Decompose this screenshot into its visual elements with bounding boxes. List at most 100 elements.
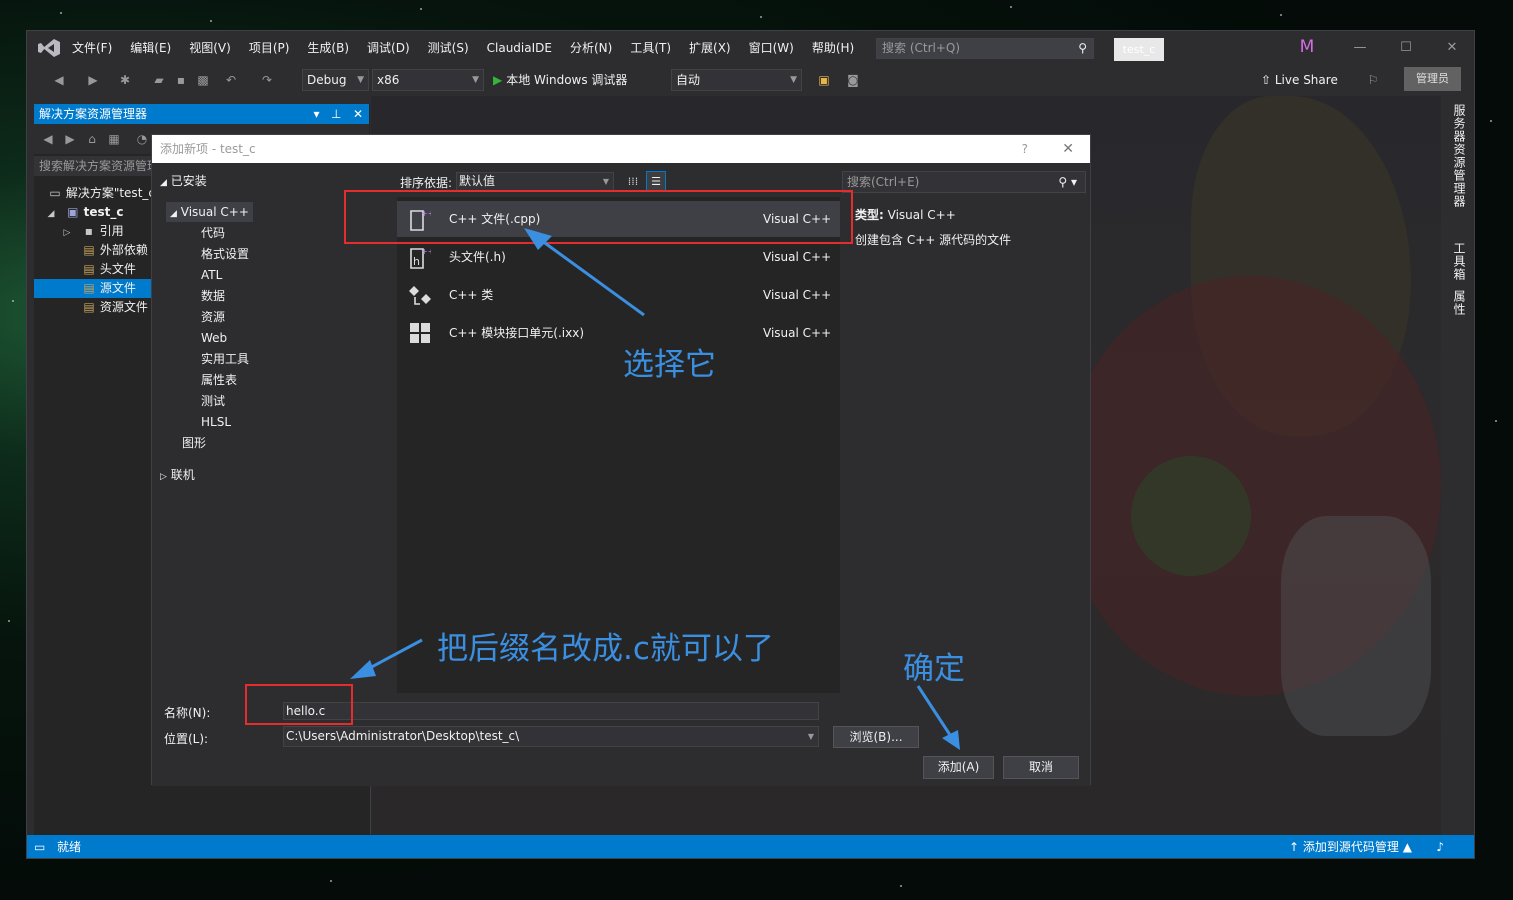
category-code[interactable]: 代码 (201, 223, 225, 243)
new-project-icon[interactable]: ✱ (117, 72, 133, 88)
browse-button[interactable]: 浏览(B)... (833, 726, 919, 748)
category-property-sheets[interactable]: 属性表 (201, 370, 237, 390)
output-window-icon[interactable]: ▭ (34, 835, 45, 858)
solution-explorer-header: 解决方案资源管理器 ▾ ⊥ ✕ (34, 104, 369, 124)
close-button[interactable]: ✕ (1437, 37, 1467, 59)
menu-claudiaide[interactable]: ClaudiaIDE (478, 40, 561, 56)
feedback-icon[interactable]: ⚐ (1365, 72, 1381, 88)
category-atl[interactable]: ATL (201, 265, 222, 285)
menu-edit[interactable]: 编辑(E) (121, 40, 180, 56)
small-icons-view-icon[interactable]: ⁞⁞⁞ (624, 172, 642, 191)
svg-text:++: ++ (421, 247, 431, 256)
forward-icon[interactable]: ▶ (62, 131, 78, 147)
template-description: 创建包含 C++ 源代码的文件 (855, 233, 1012, 247)
chevron-down-icon: ▼ (790, 75, 797, 85)
quick-launch-placeholder: 搜索 (Ctrl+Q) (882, 41, 961, 55)
cancel-button[interactable]: 取消 (1003, 756, 1079, 779)
annotation-confirm: 确定 (903, 651, 965, 687)
category-data[interactable]: 数据 (201, 286, 225, 306)
template-header-file[interactable]: h++ 头文件(.h) Visual C++ (397, 239, 840, 275)
menu-build[interactable]: 生成(B) (298, 40, 358, 56)
folder-icon[interactable]: ▣ (816, 72, 832, 88)
back-icon[interactable]: ◀ (40, 131, 56, 147)
wallpaper-shape (1281, 516, 1431, 736)
administrator-badge[interactable]: 管理员 (1404, 67, 1461, 91)
category-installed[interactable]: ◢ 已安装 (160, 171, 207, 191)
solution-configuration-combo[interactable]: Debug ▼ (302, 69, 369, 91)
category-hlsl[interactable]: HLSL (201, 412, 231, 432)
wallpaper-shape (1131, 456, 1251, 576)
pin-icon[interactable]: ⊥ (331, 107, 341, 121)
location-value: C:\Users\Administrator\Desktop\test_c\ (286, 729, 520, 743)
category-resource[interactable]: 资源 (201, 307, 225, 327)
sort-by-combo[interactable]: 默认值 ▼ (456, 172, 614, 191)
menu-analyze[interactable]: 分析(N) (561, 40, 621, 56)
template-cpp-module[interactable]: C++ 模块接口单元(.ixx) Visual C++ (397, 315, 840, 351)
dialog-close-button[interactable]: ✕ (1062, 135, 1074, 163)
tree-item-label: 资源文件 (99, 300, 148, 314)
star (1280, 14, 1282, 16)
live-share-button[interactable]: ⇧ Live Share (1261, 69, 1338, 91)
server-explorer-tab[interactable]: 服务器资源管理器 (1451, 104, 1468, 208)
category-test[interactable]: 测试 (201, 391, 225, 411)
template-cpp-class[interactable]: C++ 类 Visual C++ (397, 277, 840, 313)
menu-window[interactable]: 窗口(W) (740, 40, 803, 56)
menu-file[interactable]: 文件(F) (63, 40, 121, 56)
template-search-input[interactable]: 搜索(Ctrl+E) ⚲ ▾ (842, 171, 1086, 193)
references-icon: ▪ (84, 224, 93, 238)
filter-folder-icon: ▤ (83, 262, 95, 276)
debug-target-combo[interactable]: 自动 ▼ (671, 69, 802, 91)
save-all-icon[interactable]: ▩ (195, 72, 211, 88)
menu-project[interactable]: 项目(P) (240, 40, 299, 56)
undo-icon[interactable]: ↶ (223, 72, 239, 88)
add-button[interactable]: 添加(A) (923, 756, 994, 779)
switch-views-icon[interactable]: ▦ (106, 131, 122, 147)
start-debugging-label: 本地 Windows 调试器 (506, 73, 628, 87)
add-to-source-control-button[interactable]: ↑ 添加到源代码管理 ▲ (1289, 835, 1412, 858)
menu-extensions[interactable]: 扩展(X) (680, 40, 740, 56)
menu-help[interactable]: 帮助(H) (803, 40, 863, 56)
solution-platform-combo[interactable]: x86 ▼ (372, 69, 484, 91)
template-language: Visual C++ (763, 326, 832, 340)
menu-bar: 文件(F) 编辑(E) 视图(V) 项目(P) 生成(B) 调试(D) 测试(S… (63, 40, 863, 56)
name-input[interactable]: hello.c (283, 702, 819, 720)
home-icon[interactable]: ⌂ (84, 131, 100, 147)
quick-launch-search-input[interactable]: 搜索 (Ctrl+Q) ⚲ (876, 38, 1094, 59)
cpp-project-icon: ▣ (67, 205, 79, 219)
class-icon (409, 284, 431, 306)
category-utility[interactable]: 实用工具 (201, 349, 249, 369)
minimize-button[interactable]: — (1345, 37, 1375, 59)
category-web[interactable]: Web (201, 328, 227, 348)
list-view-icon[interactable]: ☰ (646, 171, 666, 192)
add-to-source-control-label: 添加到源代码管理 (1302, 840, 1399, 854)
properties-tab[interactable]: 属性 (1451, 290, 1468, 316)
start-debugging-button[interactable]: ▶ 本地 Windows 调试器 (493, 69, 627, 91)
notifications-bell-icon[interactable]: ♪ (1436, 835, 1444, 858)
dropdown-icon[interactable]: ▾ (314, 107, 320, 121)
close-icon[interactable]: ✕ (353, 107, 363, 121)
header-file-icon: h++ (409, 246, 434, 269)
redo-icon[interactable]: ↷ (259, 72, 275, 88)
star (420, 8, 422, 10)
screenshot-icon[interactable]: ◙ (845, 72, 861, 88)
menu-test[interactable]: 测试(S) (419, 40, 478, 56)
chevron-down-icon: ▼ (472, 75, 479, 85)
back-icon[interactable]: ◀ (51, 72, 67, 88)
save-icon[interactable]: ▪ (173, 72, 189, 88)
maximize-button[interactable]: ☐ (1391, 37, 1421, 59)
category-visual-cpp[interactable]: ◢ Visual C++ (166, 202, 253, 222)
history-icon[interactable]: ◔ (134, 131, 150, 147)
forward-icon[interactable]: ▶ (85, 72, 101, 88)
location-combo[interactable]: C:\Users\Administrator\Desktop\test_c\ ▼ (283, 726, 819, 747)
open-file-icon[interactable]: ▰ (151, 72, 167, 88)
menu-debug[interactable]: 调试(D) (358, 40, 419, 56)
category-online[interactable]: ▷ 联机 (160, 465, 195, 485)
category-label: 已安装 (170, 174, 207, 188)
user-avatar[interactable]: M (1297, 37, 1317, 59)
menu-tools[interactable]: 工具(T) (621, 40, 680, 56)
menu-view[interactable]: 视图(V) (180, 40, 240, 56)
help-button[interactable]: ? (1022, 135, 1028, 163)
toolbox-tab[interactable]: 工具箱 (1451, 242, 1468, 281)
category-formatting[interactable]: 格式设置 (201, 244, 249, 264)
category-graphics[interactable]: 图形 (182, 433, 206, 453)
